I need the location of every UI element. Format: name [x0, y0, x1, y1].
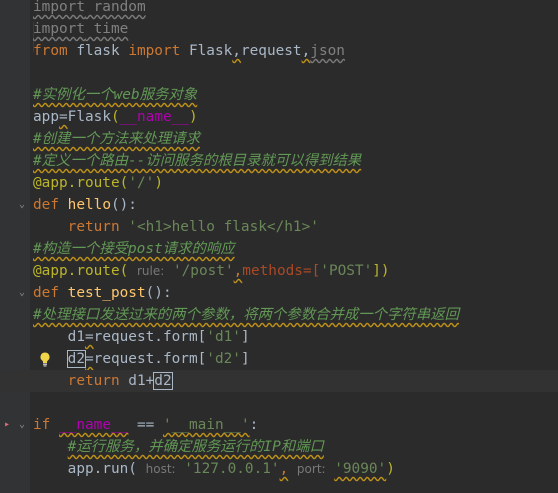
fold-arrow-icon[interactable]: ⌄ [17, 287, 27, 299]
host-string: '127.0.0.1' [184, 461, 280, 477]
key-string: 'd1' [206, 329, 241, 345]
colon: : [249, 417, 259, 433]
import-keyword: import [128, 43, 181, 59]
comment: #构造一个接受post请求的响应 [33, 241, 235, 257]
main-string: '__main__' [162, 417, 250, 433]
d2-variable: d2 [66, 350, 87, 368]
fold-arrow-icon[interactable]: ⌄ [17, 199, 27, 211]
comment: #处理接口发送过来的两个参数，将两个参数合并成一个字符串返回 [33, 307, 459, 323]
decorator: @app.route( [33, 175, 129, 191]
comment: #定义一个路由--访问服务的根目录就可以得到结果 [33, 153, 362, 169]
params: (): [110, 197, 137, 213]
assign-operator: = [84, 351, 94, 367]
code-line-22[interactable]: app.run( host: '127.0.0.1', port: '9090'… [0, 458, 558, 480]
code-line-13[interactable]: @app.route( rule: '/post',methods=['POST… [0, 260, 558, 282]
return-keyword: return [67, 373, 120, 389]
request-form: request.form[ [93, 351, 207, 367]
def-keyword: def [33, 285, 59, 301]
code-editor[interactable]: import random import time from flask imp… [0, 0, 558, 493]
route-string: '/post' [172, 263, 234, 279]
if-keyword: if [33, 417, 51, 433]
code-line-16[interactable]: d1=request.form['d1'] [0, 326, 558, 348]
parameter-hint: rule: [136, 264, 165, 278]
comment: #创建一个方法来处理请求 [33, 131, 200, 147]
module-random: random [84, 0, 146, 15]
html-string: '<h1>hello flask</h1>' [119, 219, 319, 235]
post-string: 'POST' [320, 263, 373, 279]
request-form: request.form[ [93, 329, 207, 345]
app-run-call: app.run( [67, 461, 137, 477]
dunder-name: __name__ [59, 417, 129, 433]
paren: ) [154, 175, 163, 191]
comma: , [279, 461, 289, 477]
bracket: ] [240, 351, 250, 367]
assign-operator: = [59, 109, 68, 125]
from-keyword: from [33, 43, 68, 59]
parameter-hint: host: [145, 462, 176, 476]
assign-operator: = [84, 329, 94, 345]
code-line-6[interactable]: app=Flask(__name__) [0, 106, 558, 128]
comment: #实例化一个web服务对象 [33, 87, 198, 103]
def-keyword: def [33, 197, 59, 213]
code-line-20[interactable]: ▸ ⌄ if __name__ == '__main__': [0, 414, 558, 436]
parameter-hint: port: [296, 462, 326, 476]
fold-arrow-icon[interactable]: ⌄ [17, 419, 27, 431]
comma: , [232, 43, 241, 59]
flask-class: Flask [180, 43, 233, 59]
run-arrow-icon[interactable]: ▸ [2, 419, 12, 431]
decorator: @app.route( [33, 263, 129, 279]
d1-variable: d1 [67, 329, 85, 345]
code-line-17[interactable]: d2=request.form['d2'] [0, 348, 558, 370]
module-time: time [84, 21, 129, 37]
code-line-7[interactable]: #创建一个方法来处理请求 [0, 128, 558, 150]
code-line-11[interactable]: return '<h1>hello flask</h1>' [0, 216, 558, 238]
import-keyword: import [33, 21, 85, 37]
return-keyword: return [67, 219, 120, 235]
module-flask: flask [67, 43, 129, 59]
code-line-18[interactable]: return d1+d2 [0, 370, 558, 392]
port-string: '9090' [334, 461, 387, 477]
bracket: ]) [372, 263, 390, 279]
function-name: test_post [59, 285, 146, 301]
d2-variable: d2 [153, 372, 173, 390]
code-line-10[interactable]: ⌄ def hello(): [0, 194, 558, 216]
params: (): [145, 285, 172, 301]
code-line-9[interactable]: @app.route('/') [0, 172, 558, 194]
code-line-2[interactable]: import time [0, 18, 558, 40]
route-string: '/' [128, 175, 155, 191]
paren: ) [188, 109, 198, 125]
expression: d1+ [119, 373, 155, 389]
comment: #运行服务，并确定服务运行的IP和端口 [67, 439, 324, 455]
comma: , [233, 263, 243, 279]
flask-call: Flask [67, 109, 111, 125]
json-name: json [310, 43, 345, 59]
code-line-3[interactable]: from flask import Flask,request,json [0, 40, 558, 62]
code-line-5[interactable]: #实例化一个web服务对象 [0, 84, 558, 106]
comma: , [301, 43, 311, 59]
paren: ( [111, 109, 120, 125]
code-line-1[interactable]: import random [0, 0, 558, 18]
code-line-8[interactable]: #定义一个路由--访问服务的根目录就可以得到结果 [0, 150, 558, 172]
bracket: ] [240, 329, 250, 345]
import-keyword: import [33, 0, 85, 15]
code-line-21[interactable]: #运行服务，并确定服务运行的IP和端口 [0, 436, 558, 458]
key-string: 'd2' [206, 351, 241, 367]
equals-operator: == [128, 417, 163, 433]
methods-kwarg: methods=[ [242, 263, 321, 279]
dunder-name: __name__ [119, 109, 189, 125]
request-name: request [240, 43, 302, 59]
code-line-15[interactable]: #处理接口发送过来的两个参数，将两个参数合并成一个字符串返回 [0, 304, 558, 326]
code-line-14[interactable]: ⌄ def test_post(): [0, 282, 558, 304]
code-line-12[interactable]: #构造一个接受post请求的响应 [0, 238, 558, 260]
function-name: hello [59, 197, 111, 213]
app-variable: app [33, 109, 59, 125]
paren: ) [386, 461, 395, 477]
